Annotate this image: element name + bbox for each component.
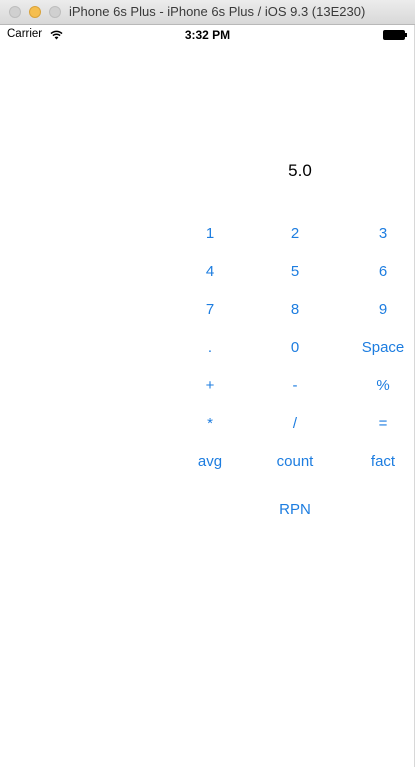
space-button[interactable]: Space: [343, 336, 415, 360]
fact-button[interactable]: fact: [343, 450, 415, 474]
plus-button[interactable]: +: [170, 374, 250, 398]
key-9-button[interactable]: 9: [343, 298, 415, 322]
percent-button[interactable]: %: [343, 374, 415, 398]
key-8-button[interactable]: 8: [255, 298, 335, 322]
key-4-button[interactable]: 4: [170, 260, 250, 284]
key-6-button[interactable]: 6: [343, 260, 415, 284]
key-1-button[interactable]: 1: [170, 222, 250, 246]
count-button[interactable]: count: [255, 450, 335, 474]
divide-button[interactable]: /: [255, 412, 335, 436]
rpn-button[interactable]: RPN: [255, 498, 335, 522]
minus-button[interactable]: -: [255, 374, 335, 398]
calculator-keypad: 1 2 3 4 5 6 7 8 9 . 0 Space + - % * / = …: [0, 0, 415, 767]
equals-button[interactable]: =: [343, 412, 415, 436]
key-5-button[interactable]: 5: [255, 260, 335, 284]
key-0-button[interactable]: 0: [255, 336, 335, 360]
key-3-button[interactable]: 3: [343, 222, 415, 246]
key-dot-button[interactable]: .: [170, 336, 250, 360]
multiply-button[interactable]: *: [170, 412, 250, 436]
key-7-button[interactable]: 7: [170, 298, 250, 322]
key-2-button[interactable]: 2: [255, 222, 335, 246]
avg-button[interactable]: avg: [170, 450, 250, 474]
simulator-window: iPhone 6s Plus - iPhone 6s Plus / iOS 9.…: [0, 0, 415, 767]
